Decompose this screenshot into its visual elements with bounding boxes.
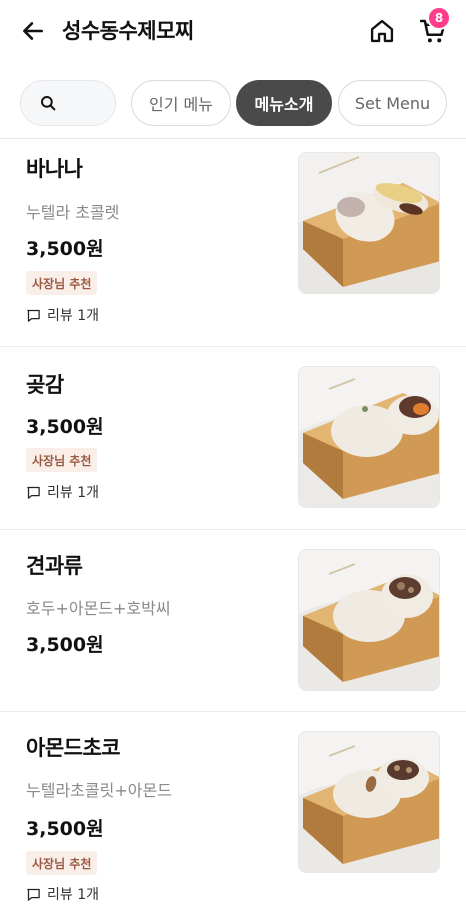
- almond-choco-mochi-photo[interactable]: [298, 731, 440, 873]
- home-button[interactable]: [366, 15, 398, 47]
- menu-item[interactable]: 아몬드초코 누텔라초콜릿+아몬드 3,500원 사장님 추천 리뷰 1개: [0, 712, 466, 909]
- comment-icon: [27, 486, 40, 499]
- tab-popular-menu[interactable]: 인기 메뉴: [131, 80, 231, 126]
- menu-item[interactable]: 곶감 3,500원 사장님 추천 리뷰 1개: [0, 347, 466, 529]
- review-label: 리뷰 1개: [47, 308, 99, 324]
- banana-mochi-photo[interactable]: [298, 152, 440, 294]
- back-button[interactable]: [18, 16, 48, 46]
- store-title: 성수동수제모찌: [62, 19, 194, 43]
- item-name: 곶감: [26, 373, 64, 397]
- owner-recommend-badge: 사장님 추천: [26, 448, 98, 472]
- cart-count-badge: 8: [427, 6, 451, 30]
- review-label: 리뷰 1개: [47, 485, 99, 501]
- item-description: 누텔라 초콜렛: [26, 203, 120, 222]
- owner-recommend-badge: 사장님 추천: [26, 271, 98, 295]
- tab-set-menu[interactable]: Set Menu: [338, 80, 447, 126]
- item-name: 견과류: [26, 554, 83, 578]
- review-count[interactable]: 리뷰 1개: [26, 482, 99, 502]
- tab-menu-intro[interactable]: 메뉴소개: [236, 80, 332, 126]
- item-price: 3,500원: [26, 416, 104, 438]
- menu-item[interactable]: 바나나 누텔라 초콜렛 3,500원 사장님 추천 리뷰 1개: [0, 139, 466, 346]
- comment-icon: [27, 309, 40, 322]
- item-name: 아몬드초코: [26, 736, 121, 760]
- category-tabs: 인기 메뉴 메뉴소개 Set Menu: [0, 78, 466, 128]
- home-icon: [370, 19, 394, 43]
- item-price: 3,500원: [26, 238, 104, 260]
- search-icon: [41, 96, 56, 111]
- item-description: 호두+아몬드+호박씨: [26, 599, 171, 618]
- item-price: 3,500원: [26, 818, 104, 840]
- owner-recommend-badge: 사장님 추천: [26, 851, 98, 875]
- item-name: 바나나: [26, 157, 83, 181]
- search-button[interactable]: [20, 80, 116, 126]
- menu-item[interactable]: 견과류 호두+아몬드+호박씨 3,500원: [0, 530, 466, 711]
- item-price: 3,500원: [26, 634, 104, 656]
- item-description: 누텔라초콜릿+아몬드: [26, 781, 172, 800]
- top-app-bar: 성수동수제모찌 8: [0, 0, 466, 64]
- review-count[interactable]: 리뷰 1개: [26, 884, 99, 904]
- persimmon-mochi-photo[interactable]: [298, 366, 440, 508]
- review-label: 리뷰 1개: [47, 887, 99, 903]
- review-count[interactable]: 리뷰 1개: [26, 305, 99, 325]
- comment-icon: [27, 888, 40, 901]
- arrow-left-icon: [23, 22, 43, 40]
- nut-mochi-photo[interactable]: [298, 549, 440, 691]
